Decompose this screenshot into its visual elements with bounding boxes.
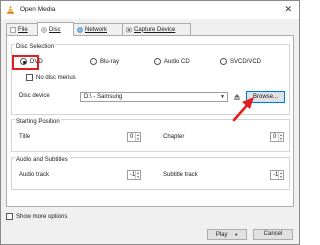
disc-selection-title: Disc Selection (15, 44, 56, 50)
disc-device-combo[interactable]: D:\ - Samsung ▼ (80, 92, 228, 102)
chapter-value: 0 (273, 134, 277, 140)
title-label: Title (19, 134, 31, 140)
radio-svcd-vcd-label: SVCD/VCD (230, 58, 262, 65)
chevron-down-icon: ▼ (220, 94, 225, 100)
title-spinbox[interactable]: 0 ▲ ▼ (127, 132, 141, 142)
play-button-label: Play (215, 232, 228, 238)
close-icon[interactable]: ✕ (284, 4, 292, 15)
tab-file[interactable]: File (6, 23, 38, 35)
dvd-highlight-box (12, 55, 39, 70)
spin-arrows-icon: ▲ ▼ (278, 171, 283, 179)
title-value: 0 (130, 134, 134, 140)
audio-subtitles-title: Audio and Subtitles (15, 157, 69, 163)
tab-network[interactable]: Network (73, 23, 123, 35)
spin-arrows-icon: ▲ ▼ (135, 171, 140, 179)
no-disc-menus-label: No disc menus (36, 74, 76, 81)
starting-position-title: Starting Position (15, 119, 61, 125)
disc-icon (41, 26, 47, 33)
no-disc-menus-checkbox[interactable]: No disc menus (26, 74, 76, 81)
title-bar: Open Media ✕ (1, 1, 299, 19)
audio-track-label: Audio track (19, 172, 50, 178)
file-icon (10, 26, 16, 33)
tab-capture-device-label: Capture Device (134, 26, 176, 33)
radio-audio-cd-dot (154, 58, 161, 65)
spin-arrows-icon: ▲ ▼ (135, 133, 140, 141)
play-dropdown-icon: ▼ (234, 232, 239, 237)
spin-arrows-icon: ▲ ▼ (278, 133, 283, 141)
radio-bluray[interactable]: Blu-ray (90, 58, 119, 65)
radio-audio-cd[interactable]: Audio CD (154, 58, 190, 65)
disc-device-label: Disc device (19, 93, 50, 99)
play-button[interactable]: Play ▼ (207, 229, 247, 240)
disc-device-value: D:\ - Samsung (84, 94, 123, 100)
chapter-label: Chapter (163, 134, 185, 140)
radio-audio-cd-label: Audio CD (164, 58, 190, 65)
audio-subtitles-group: Audio and Subtitles Audio track -1 ▲ ▼ Su… (11, 157, 290, 190)
radio-svcd-vcd-dot (220, 58, 227, 65)
tab-file-label: File (18, 26, 28, 33)
radio-svcd-vcd[interactable]: SVCD/VCD (220, 58, 261, 65)
window-title: Open Media (20, 6, 56, 13)
red-arrow-annotation (232, 97, 254, 122)
audio-track-spinbox[interactable]: -1 ▲ ▼ (127, 170, 141, 180)
subtitle-track-label: Subtitle track (163, 172, 198, 178)
open-media-dialog: Open Media ✕ File Disc Network Capture D… (0, 0, 300, 245)
show-more-options-label: Show more options (16, 213, 68, 220)
chapter-spinbox[interactable]: 0 ▲ ▼ (270, 132, 284, 142)
tab-network-label: Network (85, 26, 108, 33)
cancel-button[interactable]: Cancel (253, 229, 293, 240)
show-more-options-box (6, 213, 13, 220)
show-more-options-checkbox[interactable]: Show more options (6, 213, 67, 220)
tab-disc-label: Disc (49, 26, 61, 33)
subtitle-track-spinbox[interactable]: -1 ▲ ▼ (270, 170, 284, 180)
vlc-cone-icon (6, 5, 15, 14)
capture-device-icon (126, 27, 132, 32)
tab-capture-device[interactable]: Capture Device (122, 23, 191, 35)
radio-bluray-label: Blu-ray (100, 58, 120, 65)
tab-disc[interactable]: Disc (37, 22, 74, 36)
radio-bluray-dot (90, 58, 97, 65)
network-icon (77, 26, 83, 33)
no-disc-menus-box (26, 74, 33, 81)
